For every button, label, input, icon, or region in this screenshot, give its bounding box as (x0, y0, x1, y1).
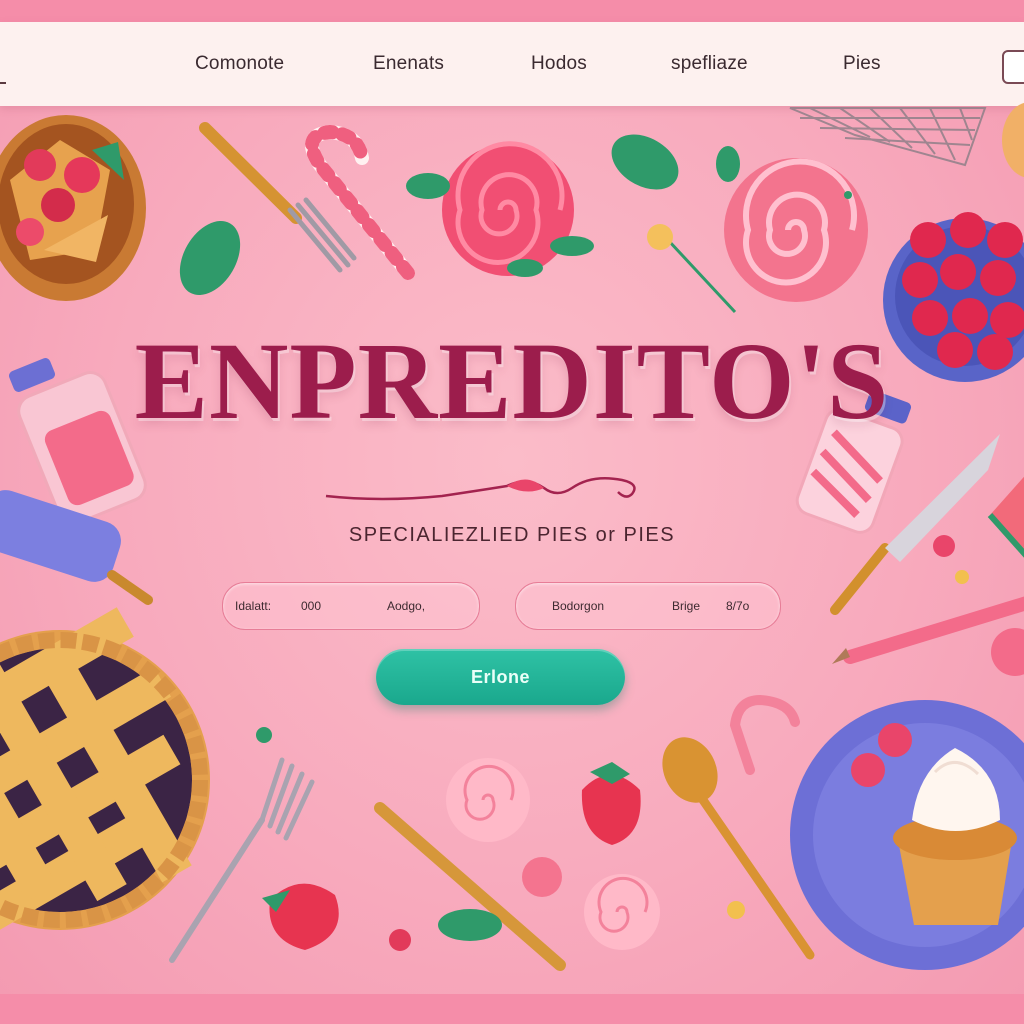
field-2-label: Bodorgon (552, 599, 605, 613)
strawberry-icon (262, 883, 339, 950)
leaf-icon (179, 221, 241, 295)
decor-layer (0, 102, 1024, 971)
leaf-icon-4 (438, 909, 502, 941)
lattice-pie-icon (0, 607, 210, 962)
tagline: SPECIALIEZLIED PIES or PIES (348, 524, 676, 546)
primary-cta-button[interactable]: Erlone (376, 649, 625, 705)
lollipop-icon (406, 141, 594, 277)
swirl-candy-icon-3 (584, 874, 660, 950)
brand-title: ENPREDITO'S (134, 320, 890, 442)
cooling-rack-icon (789, 107, 987, 167)
field-1-hint: Aodgo, (387, 599, 426, 613)
page: Comonote Enenats Hodos spefliaze Pies EN… (0, 0, 1024, 1024)
flower-pick-icon (647, 224, 737, 314)
search-field-2[interactable]: Bodorgon Brige 8/7o (515, 582, 781, 630)
field-2-hint: 8/7o (726, 599, 750, 613)
title-flourish (325, 477, 636, 501)
bun-icon (1002, 102, 1024, 178)
leaf-icon-3 (716, 146, 740, 182)
search-field-1[interactable]: Idalatt: 000 Aodgo, (222, 582, 480, 630)
field-1-label: Idalatt: (235, 599, 272, 613)
pie-icon (0, 115, 146, 301)
spoon-icon (662, 737, 815, 960)
bottom-frame-strip (0, 994, 1024, 1024)
leaf-icon-2 (611, 134, 679, 190)
meringue-icon (522, 857, 562, 897)
candy-cane-icon-2 (729, 694, 800, 775)
field-1-value: 000 (301, 599, 322, 613)
swirl-candy-icon (724, 158, 868, 302)
field-2-value: Brige (672, 599, 701, 613)
swirl-candy-icon-2 (446, 758, 530, 842)
strawberry-icon-2 (581, 762, 641, 845)
ball-icon (991, 628, 1024, 676)
